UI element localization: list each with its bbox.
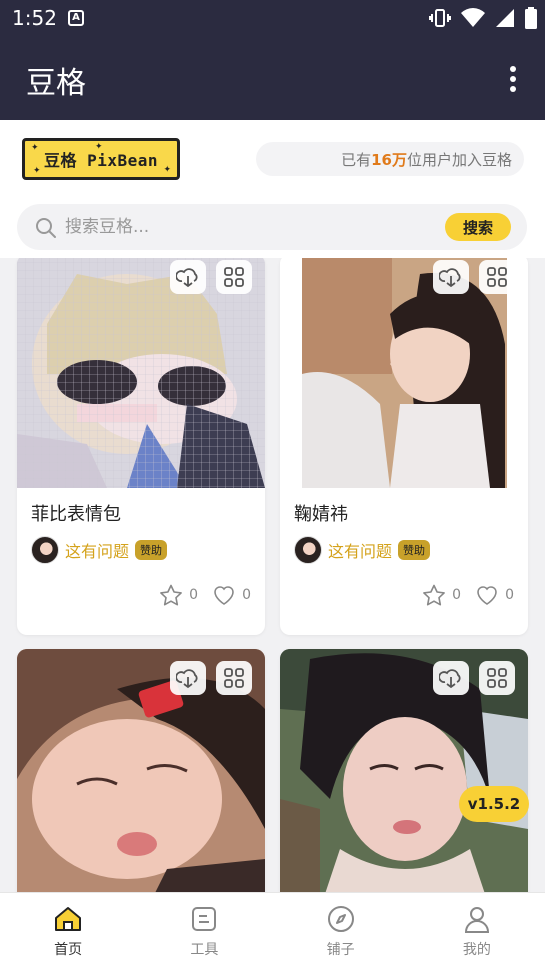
nav-item-home[interactable]: 首页 [0,893,136,968]
author-name: 这有问题 [65,542,130,561]
pattern-card[interactable]: 鞠婧祎 这有问题 赞助 0 0 [280,258,528,635]
nav-label: 我的 [462,942,491,958]
card-stats: 0 0 [159,584,251,606]
nav-label: 工具 [190,942,219,958]
download-button[interactable] [170,661,206,695]
tool-icon [192,907,217,931]
notification-icon: A [68,10,84,26]
grid-view-button[interactable] [216,661,252,695]
download-button[interactable] [170,260,206,294]
search-area: 搜索 [0,196,545,258]
grid-view-button[interactable] [479,661,515,695]
status-icons [429,7,537,29]
home-icon [55,907,82,931]
like-count: 0 [242,587,251,603]
pattern-card[interactable] [17,649,265,892]
sponsor-badge: 赞助 [135,540,168,560]
like-count: 0 [505,587,514,603]
status-time: 1:52 [12,6,57,30]
app-title: 豆格 [26,66,86,101]
sponsor-badge: 赞助 [398,540,431,560]
search-icon [36,218,56,238]
search-bar: 搜索 [17,204,527,250]
avatar [31,536,59,564]
avatar [294,536,322,564]
user-count-prefix: 已有 [341,150,372,169]
more-icon [510,66,516,72]
download-icon [176,669,198,689]
heart-icon[interactable] [475,584,499,606]
download-button[interactable] [433,661,469,695]
grid-icon [487,267,507,287]
user-count-number: 16万 [371,150,407,169]
signal-icon [496,9,514,27]
nav-item-profile[interactable]: 我的 [409,893,545,968]
grid-view-button[interactable] [479,260,515,294]
version-badge[interactable]: v1.5.2 [459,786,529,822]
grid-icon [224,668,244,688]
status-bar: 1:52 A [0,0,545,36]
star-count: 0 [189,587,199,603]
star-icon[interactable] [159,584,183,606]
download-icon [439,669,461,689]
bottom-nav: 首页 工具 铺子 我的 [0,892,545,968]
pattern-card[interactable]: 菲比表情包 这有问题 赞助 0 0 [17,258,265,635]
nav-item-shop[interactable]: 铺子 [273,893,409,968]
vibrate-icon [429,9,451,27]
app-bar: 豆格 [0,36,545,120]
grid-icon [224,267,244,287]
star-count: 0 [452,587,462,603]
nav-label: 首页 [54,942,83,958]
nav-item-tools[interactable]: 工具 [136,893,272,968]
pixbean-logo: ✦ ✦ ✦ ✦ 豆格 PixBean [22,138,180,180]
search-input[interactable] [65,213,425,241]
card-author[interactable]: 这有问题 赞助 [294,536,431,564]
download-icon [439,268,461,288]
user-count-banner: 已有 16万 位用户加入豆格 [256,142,524,176]
download-button[interactable] [433,260,469,294]
author-name: 这有问题 [328,542,393,561]
card-title: 菲比表情包 [31,504,121,525]
wifi-icon [461,8,485,27]
heart-icon[interactable] [212,584,236,606]
pattern-card[interactable] [280,649,528,892]
card-author[interactable]: 这有问题 赞助 [31,536,168,564]
card-title: 鞠婧祎 [294,504,348,525]
user-icon [464,907,489,933]
more-menu-button[interactable] [501,62,525,96]
battery-icon [525,7,537,29]
user-count-suffix: 位用户加入豆格 [406,150,512,169]
star-icon[interactable] [422,584,446,606]
download-icon [176,268,198,288]
home-header: ✦ ✦ ✦ ✦ 豆格 PixBean 已有 16万 位用户加入豆格 [0,120,545,196]
card-stats: 0 0 [422,584,514,606]
nav-label: 铺子 [326,942,355,958]
grid-icon [487,668,507,688]
search-button[interactable]: 搜索 [445,213,511,241]
grid-view-button[interactable] [216,260,252,294]
compass-icon [327,906,354,932]
